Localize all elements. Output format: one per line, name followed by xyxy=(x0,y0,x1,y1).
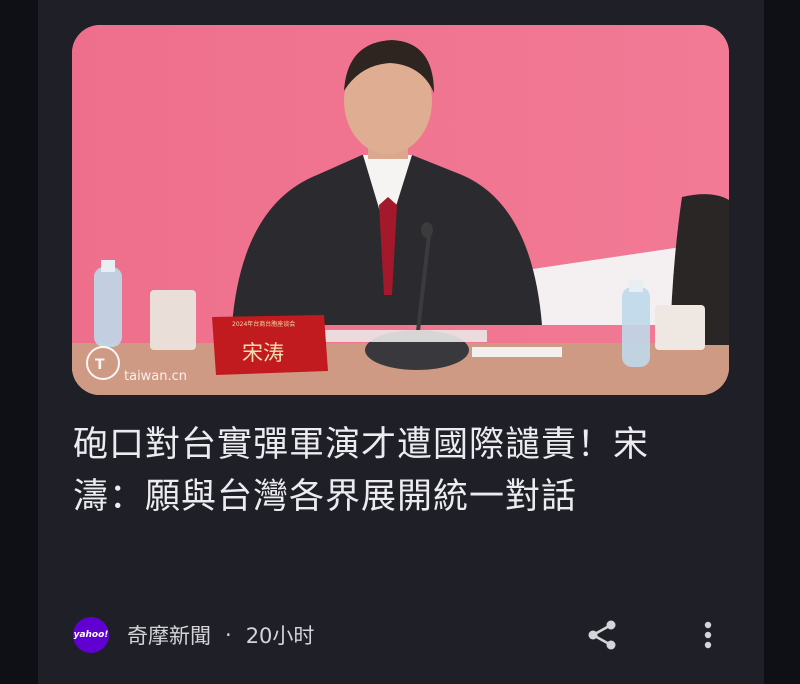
nameplate-text: 宋涛 xyxy=(242,341,284,365)
source-name[interactable]: 奇摩新聞 xyxy=(127,620,211,650)
publish-time: 20小时 xyxy=(245,624,315,648)
image-watermark: taiwan.cn xyxy=(124,369,187,384)
article-image[interactable]: 2024年台商台胞座谈会 宋涛 T taiwan.cn xyxy=(72,25,729,395)
more-vertical-icon xyxy=(704,621,712,649)
source-logo: yahoo! xyxy=(73,617,109,653)
article-meta: yahoo! 奇摩新聞 · 20小时 xyxy=(73,615,314,655)
share-button[interactable] xyxy=(584,617,620,653)
share-icon xyxy=(588,620,616,650)
meta-separator: · xyxy=(225,623,232,647)
svg-text:T: T xyxy=(95,357,105,373)
more-options-button[interactable] xyxy=(690,617,726,653)
article-headline[interactable]: 砲口對台實彈軍演才遭國際譴責！宋濤：願與台灣各界展開統一對話 xyxy=(73,419,713,523)
nameplate-header: 2024年台商台胞座谈会 xyxy=(232,320,295,328)
